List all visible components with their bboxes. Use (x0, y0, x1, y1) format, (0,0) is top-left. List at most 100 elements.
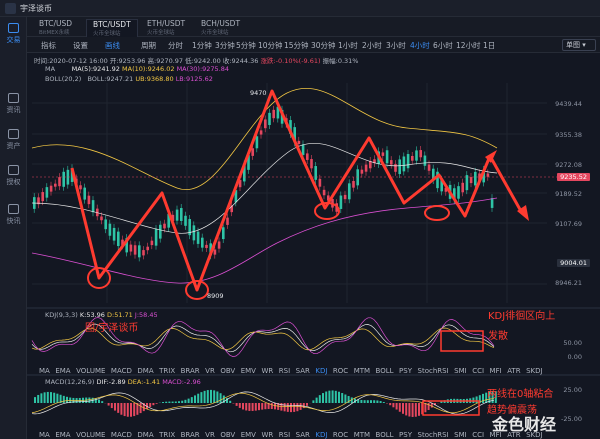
period-button[interactable]: 12小时 (456, 40, 481, 51)
kdj-annotation-line2: 发散 (488, 331, 508, 342)
ohlc-open: 开:9253.96 (109, 57, 146, 65)
indicator-tab[interactable]: PSY (399, 431, 412, 439)
indicator-tab[interactable]: TRIX (159, 431, 175, 439)
macd-histogram-bar (251, 403, 254, 411)
indicator-tab[interactable]: MA (39, 431, 50, 439)
candle-body (314, 166, 317, 180)
indicator-tab[interactable]: BOLL (376, 431, 394, 439)
candle-body (360, 169, 364, 174)
indicator-tab[interactable]: SKDJ (526, 367, 543, 375)
period-button[interactable]: 10分钟 (258, 40, 283, 51)
tab-btc-usdt[interactable]: BTC/USDT 火币全球站 (86, 19, 138, 37)
indicator-tab[interactable]: CCI (472, 431, 484, 439)
price-axis-label: 9189.52 (555, 190, 582, 198)
tab-btc-usd[interactable]: BTC/USD BitMEX永续 (33, 19, 85, 37)
indicator-tab[interactable]: KDJ (315, 431, 327, 439)
candle-body (87, 195, 91, 205)
period-button[interactable]: 2小时 (362, 40, 382, 51)
indicator-tab[interactable]: DMA (137, 367, 153, 375)
indicator-tab[interactable]: EMA (55, 367, 70, 375)
chart-area[interactable]: 时间:2020-07-12 16:00 开:9253.96 高:9270.97 … (27, 53, 600, 439)
indicator-tab[interactable]: VOLUME (76, 367, 105, 375)
tab-bch-usdt[interactable]: BCH/USDT 火币全球站 (195, 19, 247, 37)
indicator-tab[interactable]: MA (39, 367, 50, 375)
period-button[interactable]: 5分钟 (236, 40, 256, 51)
indicator-tab[interactable]: MTM (354, 431, 370, 439)
indicator-tab[interactable]: ROC (333, 367, 348, 375)
indicator-tab[interactable]: BOLL (376, 367, 394, 375)
indicator-tab[interactable]: SAR (296, 431, 310, 439)
indicator-tab[interactable]: ATR (507, 367, 520, 375)
indicator-tab[interactable]: KDJ (315, 367, 327, 375)
candle-body (41, 192, 44, 202)
sidebar-item-flash[interactable]: 快讯 (0, 204, 27, 226)
indicator-tab[interactable]: StochRSI (418, 431, 449, 439)
indicator-tab[interactable]: EMV (241, 431, 256, 439)
candle-body (348, 183, 351, 200)
indicator-tab[interactable]: SMI (454, 431, 467, 439)
candle-body (45, 187, 49, 198)
candle-body (406, 154, 410, 169)
macd-histogram-bar (168, 401, 171, 403)
indicator-tab[interactable]: StochRSI (418, 367, 449, 375)
period-button[interactable]: 1日 (483, 40, 495, 51)
period-button[interactable]: 分时 (168, 40, 183, 51)
indicator-tab[interactable]: MACD (111, 367, 132, 375)
indicator-tab[interactable]: SMI (454, 367, 467, 375)
indicator-tabs-macd-pane: MA EMA VOLUME MACD DMA TRIX BRAR VR OBV EMV WR RSI S… (39, 431, 548, 439)
indicator-tab[interactable]: WR (261, 367, 273, 375)
period-button[interactable]: 15分钟 (284, 40, 309, 51)
macd-histogram-bar (408, 403, 411, 417)
indicator-tab[interactable]: VOLUME (76, 431, 105, 439)
candle-body (490, 198, 494, 208)
period-button[interactable]: 3分钟 (215, 40, 235, 51)
period-button[interactable]: 1小时 (338, 40, 358, 51)
macd-histogram-bar (360, 399, 363, 403)
ohlc-readout: 时间:2020-07-12 16:00 开:9253.96 高:9270.97 … (34, 55, 358, 65)
indicator-tab[interactable]: MTM (354, 367, 370, 375)
indicator-tab[interactable]: TRIX (159, 367, 175, 375)
indicator-tab[interactable]: MFI (490, 367, 502, 375)
macd-histogram-bar (363, 400, 366, 403)
indicator-tab[interactable]: VR (205, 367, 215, 375)
period-button[interactable]: 1分钟 (192, 40, 212, 51)
indicator-tab[interactable]: PSY (399, 367, 412, 375)
indicator-tab[interactable]: BRAR (181, 367, 200, 375)
sidebar-item-trade[interactable]: 交易 (0, 23, 27, 45)
sidebar-item-label: 资讯 (6, 106, 21, 114)
sidebar-item-assets[interactable]: 资产 (0, 129, 27, 151)
indicator-tab[interactable]: EMV (241, 367, 256, 375)
period-button[interactable]: 4小时 (410, 40, 430, 51)
indicator-tab[interactable]: VR (205, 431, 215, 439)
candle-body (318, 178, 322, 187)
indicator-tab[interactable]: ROC (333, 431, 348, 439)
display-mode-select[interactable]: 单图 ▾ (562, 39, 596, 51)
candle-body (112, 227, 116, 241)
indicator-tab[interactable]: CCI (472, 367, 484, 375)
indicator-tab[interactable]: DMA (137, 431, 153, 439)
macd-axis-label: 25.00 (563, 386, 582, 394)
settings-button[interactable]: 设置 (73, 40, 88, 51)
indicator-tab[interactable]: WR (261, 431, 273, 439)
indicator-tab[interactable]: MACD (111, 431, 132, 439)
indicator-button[interactable]: 指标 (41, 40, 56, 51)
indicator-tab[interactable]: BRAR (181, 431, 200, 439)
highlight-circle (424, 205, 450, 221)
indicator-tab[interactable]: OBV (220, 431, 235, 439)
period-button[interactable]: 6小时 (433, 40, 453, 51)
sidebar-item-authorize[interactable]: 授权 (0, 165, 27, 187)
indicator-tab[interactable]: SAR (296, 367, 310, 375)
indicator-tab[interactable]: RSI (279, 431, 290, 439)
indicator-tab[interactable]: EMA (55, 431, 70, 439)
tab-eth-usdt[interactable]: ETH/USDT 火币全球站 (141, 19, 193, 37)
candle-body (104, 219, 107, 230)
macd-histogram-bar (206, 390, 209, 403)
indicator-tab[interactable]: OBV (220, 367, 235, 375)
indicator-tab[interactable]: RSI (279, 367, 290, 375)
period-button[interactable]: 30分钟 (311, 40, 336, 51)
draw-line-button[interactable]: 画线 (105, 40, 120, 51)
period-button[interactable]: 3小时 (386, 40, 406, 51)
ohlc-low: 低:9242.00 (185, 57, 221, 65)
sidebar-item-label: 快讯 (6, 217, 21, 225)
sidebar-item-news[interactable]: 资讯 (0, 93, 27, 115)
